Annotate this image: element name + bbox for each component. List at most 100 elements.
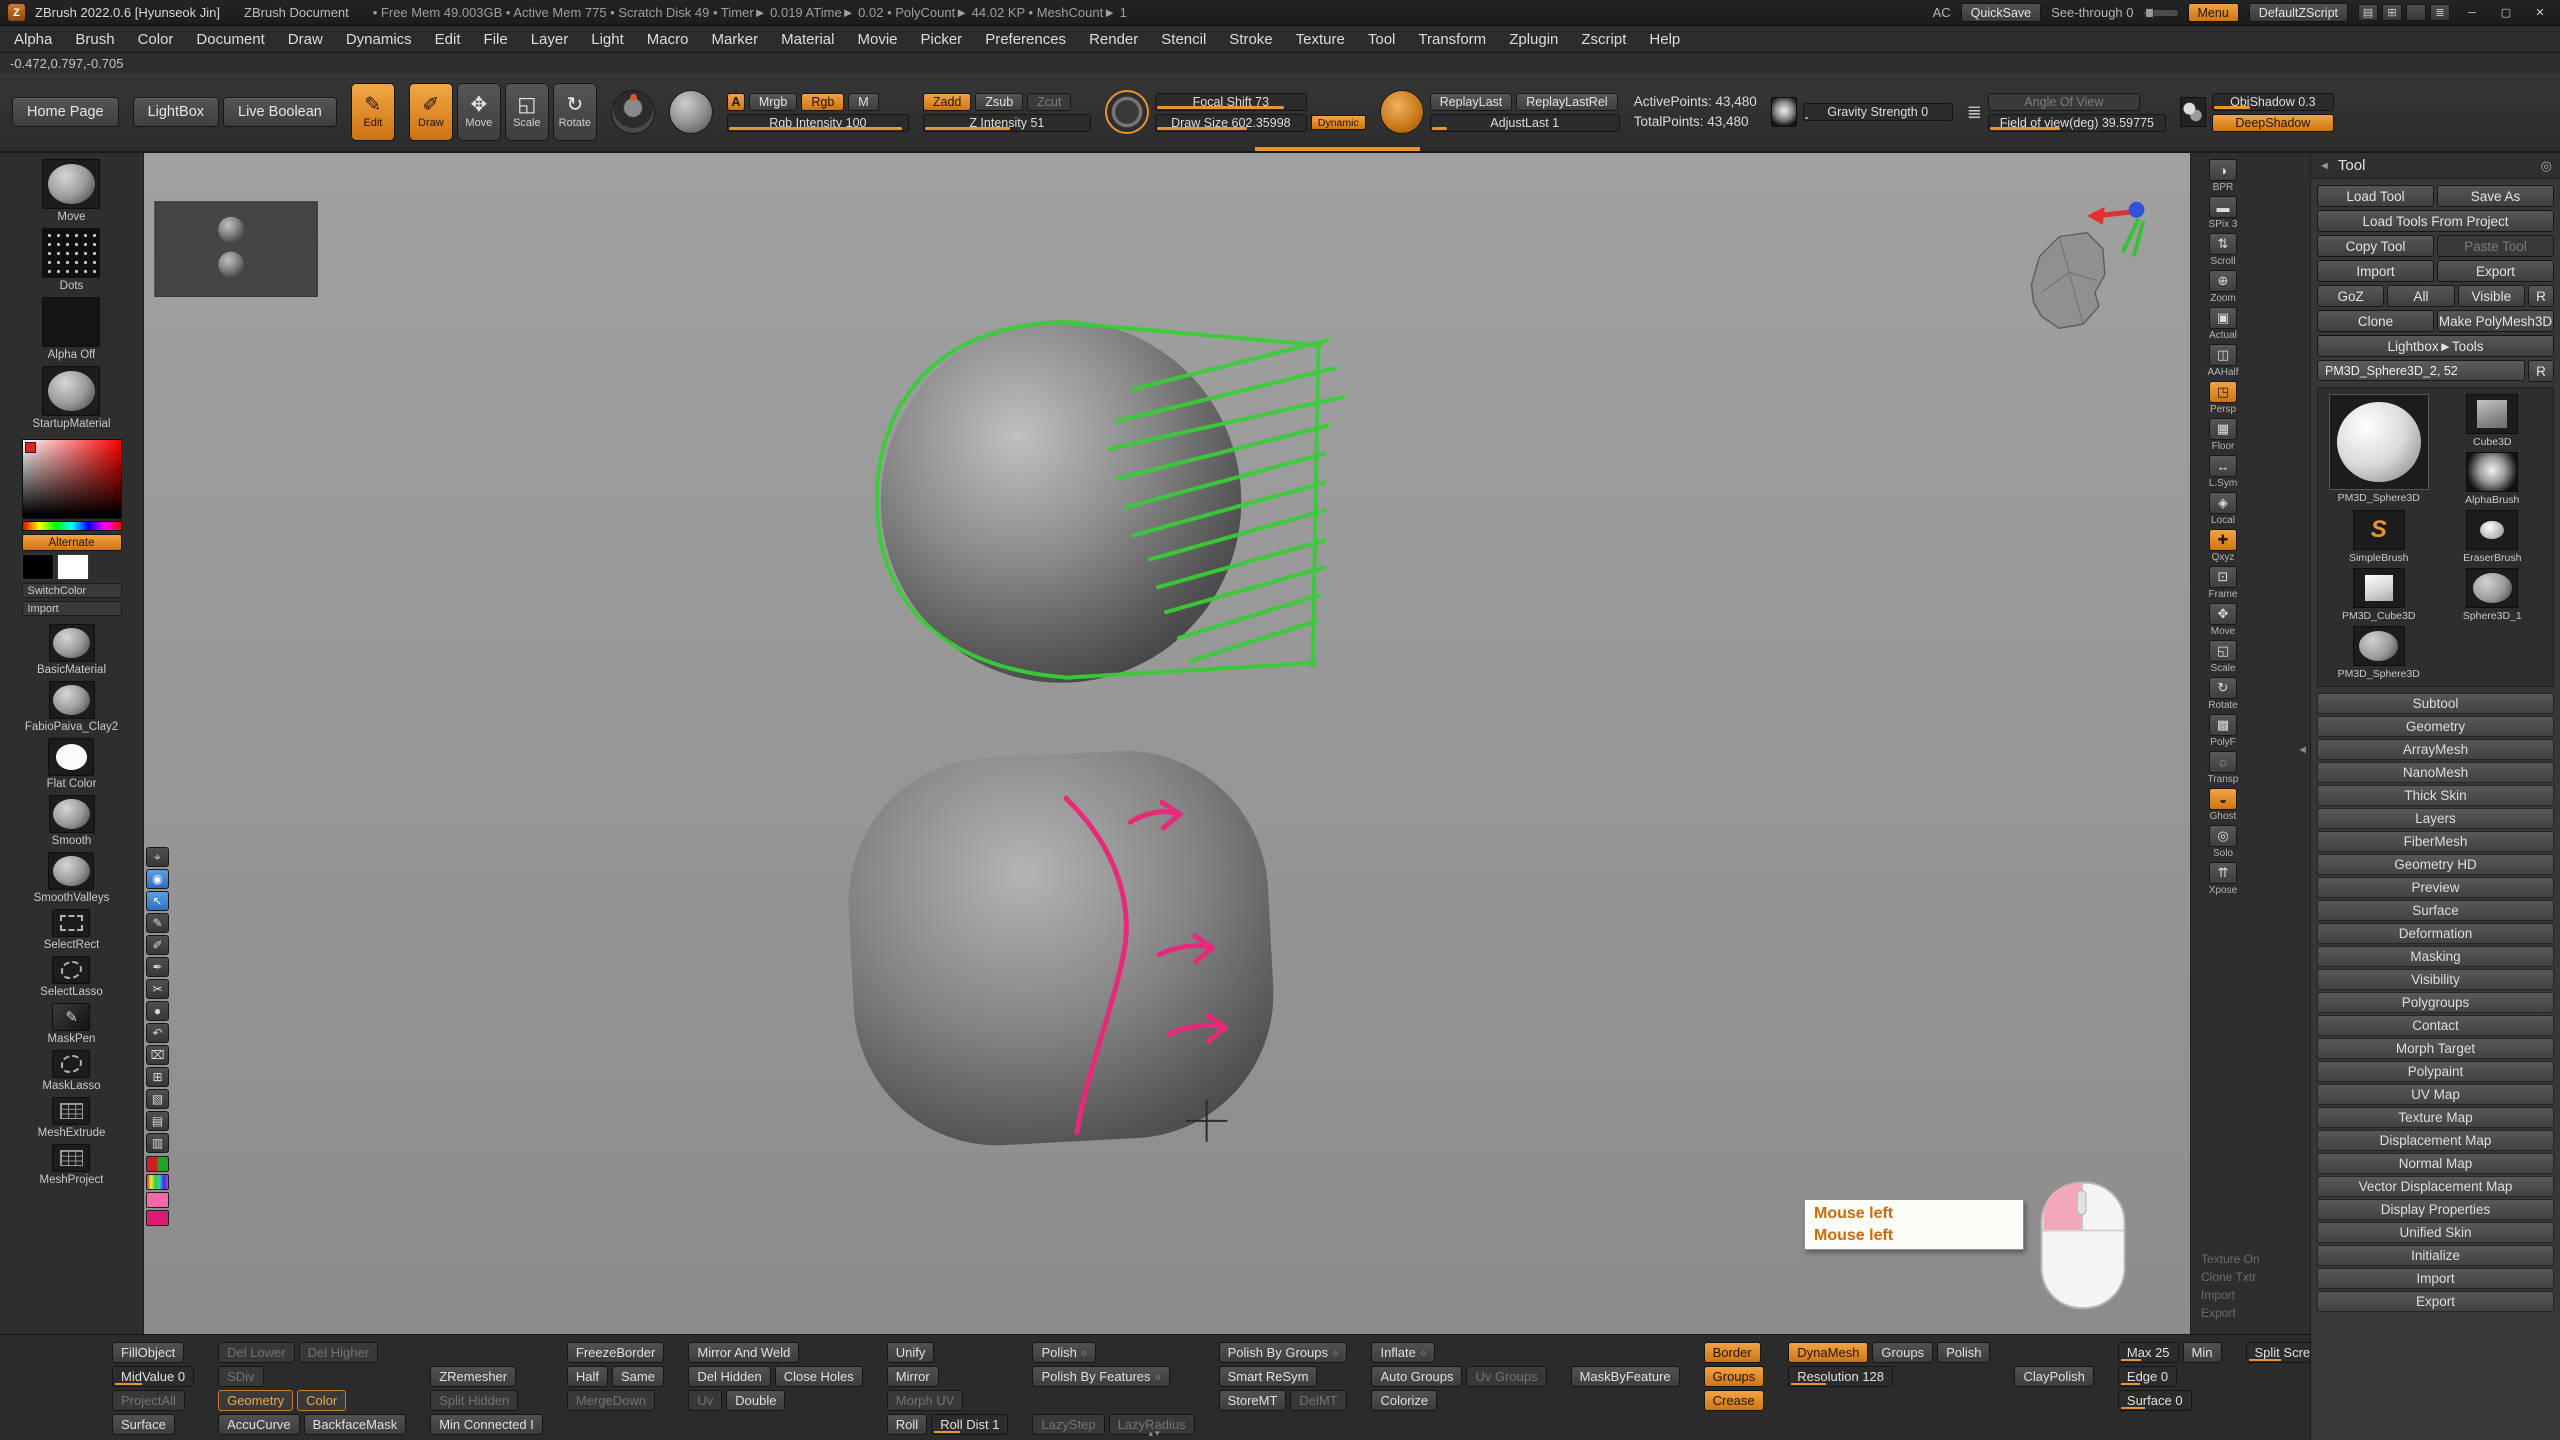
m-button[interactable]: M [848,93,878,111]
make-polymesh3d-button[interactable]: Make PolyMesh3D [2437,310,2554,332]
load-tool-button[interactable]: Load Tool [2317,185,2434,207]
quicksave-button[interactable]: QuickSave [1961,3,2041,22]
dock-button[interactable]: Surface [112,1414,175,1435]
home-page-button[interactable]: Home Page [12,97,119,127]
tool-section-bar[interactable]: Contact [2317,1015,2554,1036]
transform-mode-button[interactable]: ↻ Rotate [553,83,597,141]
tool-thumbnail[interactable]: SimpleBrush [2324,510,2434,564]
brush-tool-thumbnail[interactable]: SelectRect [44,909,100,951]
shelf-button[interactable]: ▦ Floor [2201,418,2245,452]
tool-section-bar[interactable]: Polygroups [2317,992,2554,1013]
dock-button[interactable]: Auto Groups [1371,1366,1462,1387]
knife-icon[interactable]: ✂ [146,979,169,999]
dock-button[interactable]: Colorize [1371,1390,1437,1411]
tool-thumbnail[interactable]: PM3D_Sphere3D [2324,626,2434,680]
menu-item[interactable]: Material [779,30,836,49]
dock-button[interactable]: Polish By Groups [1219,1342,1348,1363]
transform-mode-button[interactable]: ✥ Move [457,83,501,141]
maximize-icon[interactable]: ▢ [2494,4,2518,22]
menu-item[interactable]: Texture [1294,30,1347,49]
tool-thumbnail[interactable]: Sphere3D_1 [2438,568,2548,622]
dock-button[interactable]: Geometry [218,1390,293,1411]
menu-item[interactable]: Zplugin [1507,30,1560,49]
annotation-color-swatch[interactable] [146,1192,169,1208]
shelf-button[interactable]: ⇅ Scroll [2201,233,2245,267]
menu-item[interactable]: Stroke [1227,30,1274,49]
brush-icon[interactable]: ✐ [146,935,169,955]
menu-item[interactable]: Macro [645,30,691,49]
main-color-swatch[interactable] [22,554,54,580]
dock-button[interactable]: Mirror And Weld [688,1342,799,1363]
tool-section-bar[interactable]: Import [2317,1268,2554,1289]
dock-button[interactable]: Del Hidden [688,1366,770,1387]
tool-section-bar[interactable]: Deformation [2317,923,2554,944]
pin-icon[interactable]: ⌖ [146,847,169,867]
secondary-color-swatch[interactable] [57,554,89,580]
menu-item[interactable]: Edit [433,30,463,49]
menu-item[interactable]: Layer [529,30,571,49]
edit-mode-button[interactable]: ✎ Edit [351,83,395,141]
tray-thumbnail[interactable]: Dots [42,228,100,292]
shelf-button[interactable]: ◑ BPR [2201,159,2245,193]
zsub-button[interactable]: Zsub [975,93,1023,111]
dock-button[interactable]: Surface 0 [2118,1390,2192,1411]
annotation-color-swatch[interactable] [146,1210,169,1226]
shelf-button[interactable]: ⊡ Frame [2201,566,2245,600]
grid-icon[interactable]: ⊞ [2382,4,2402,21]
pen-icon[interactable]: ✒ [146,957,169,977]
tool-section-bar[interactable]: Geometry [2317,716,2554,737]
dot-icon[interactable]: ● [146,1001,169,1021]
dock-button[interactable]: Color [297,1390,346,1411]
shelf-button[interactable]: ↔ L.Sym [2201,455,2245,489]
dock-button[interactable]: Polish [1032,1342,1096,1363]
dock-handle-icon[interactable]: ▴▾ [1148,1428,1161,1439]
dock-button[interactable]: Min [2183,1342,2222,1363]
tool-r-button[interactable]: R [2528,360,2554,382]
tool-section-bar[interactable]: Subtool [2317,693,2554,714]
goz-visible-button[interactable]: Visible [2458,285,2525,307]
tool-section-bar[interactable]: Display Properties [2317,1199,2554,1220]
current-brush-icon[interactable] [611,90,655,134]
shelf-button[interactable]: ⊕ Zoom [2201,270,2245,304]
dock-button[interactable]: Polish [1937,1342,1990,1363]
dock-button[interactable]: Max 25 [2118,1342,2179,1363]
lightbox-tools-button[interactable]: Lightbox►Tools [2317,335,2554,357]
export-tool-button[interactable]: Export [2437,260,2554,282]
image-icon[interactable]: ⊞ [146,1067,169,1087]
dock-button[interactable]: Polish By Features [1032,1366,1170,1387]
hue-strip[interactable] [22,521,122,531]
minimize-icon[interactable]: ─ [2460,4,2484,22]
tool-section-bar[interactable]: Texture Map [2317,1107,2554,1128]
menu-item[interactable]: Alpha [12,30,54,49]
menu-item[interactable]: Tool [1366,30,1398,49]
switch-color-button[interactable]: SwitchColor [22,583,122,598]
tool-section-bar[interactable]: Preview [2317,877,2554,898]
tool-section-bar[interactable]: Unified Skin [2317,1222,2554,1243]
color-gradient[interactable] [22,439,122,519]
tool-section-bar[interactable]: Vector Displacement Map [2317,1176,2554,1197]
dock-button[interactable]: Crease [1704,1390,1764,1411]
dock-button[interactable]: Inflate [1371,1342,1435,1363]
mrgb-button[interactable]: Mrgb [749,93,797,111]
z-intensity-slider[interactable]: Z Intensity 51 [923,114,1091,132]
brush-tool-thumbnail[interactable]: MaskLasso [42,1050,100,1092]
viewport-canvas[interactable]: ⌖ ◉ ↖ ✎ ✐ ✒ ✂ ● [144,153,2190,1334]
rgb-button[interactable]: Rgb [801,93,844,111]
deep-shadow-button[interactable]: DeepShadow [2212,114,2334,132]
copy-tool-button[interactable]: Copy Tool [2317,235,2434,257]
annotation-color-swatch[interactable] [146,1156,169,1172]
doc-icon[interactable]: ▤ [2358,4,2378,21]
tool-section-bar[interactable]: Thick Skin [2317,785,2554,806]
gravity-strength-slider[interactable]: Gravity Strength 0 [1803,103,1953,121]
goz-r-button[interactable]: R [2528,285,2554,307]
menu-item[interactable]: File [482,30,510,49]
shelf-button[interactable]: ▩ PolyF [2201,714,2245,748]
tool-thumbnail[interactable]: Cube3D [2438,394,2548,448]
menu-item[interactable]: Stencil [1159,30,1208,49]
lightbox-button[interactable]: LightBox [133,97,219,127]
cursor-icon[interactable]: ↖ [146,891,169,911]
shelf-button[interactable]: ✥ Move [2201,603,2245,637]
menu-item[interactable]: Movie [855,30,899,49]
dock-button[interactable]: Unify [887,1342,935,1363]
dock-button[interactable]: Min Connected I [430,1414,543,1435]
